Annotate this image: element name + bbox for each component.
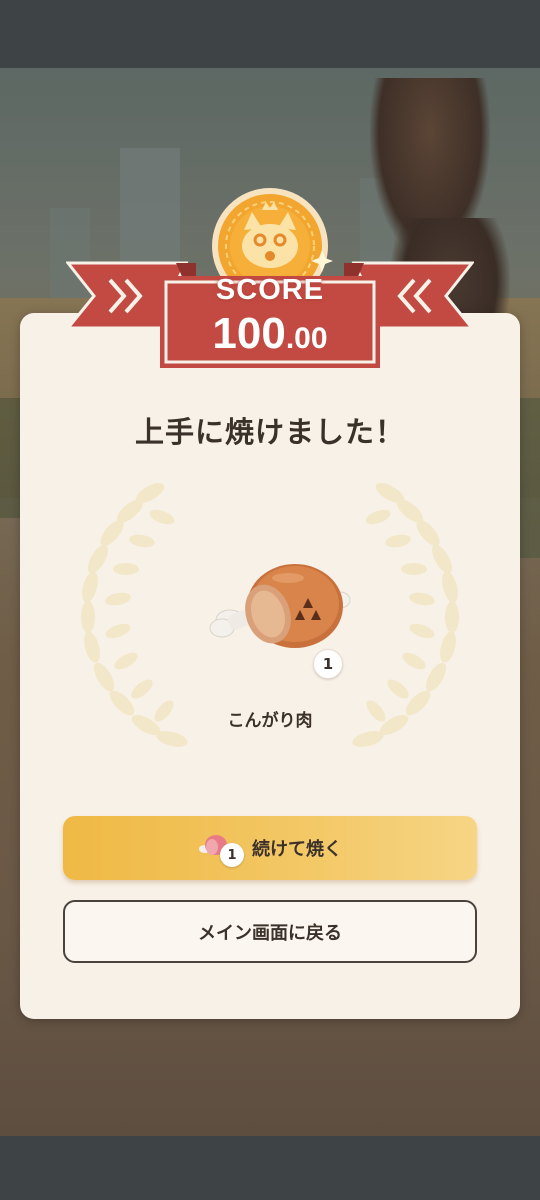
score-value: 100.00 — [66, 309, 474, 359]
continue-cooking-label: 続けて焼く — [252, 839, 342, 860]
status-bar — [0, 0, 540, 68]
score-value-integer: 100 — [212, 309, 286, 358]
cost-quantity-badge: 1 — [220, 843, 244, 867]
score-banner: SCORE 100.00 — [64, 188, 476, 374]
back-to-main-button[interactable]: メイン画面に戻る — [63, 900, 477, 963]
result-title: 上手に焼けました！ — [134, 415, 405, 449]
raw-meat-icon: 1 — [198, 833, 244, 867]
continue-cooking-button[interactable]: 1 続けて焼く — [63, 816, 477, 880]
score-label: SCORE — [215, 274, 325, 306]
result-dialog: 上手に焼けました！ 1 こんがり肉 1 続けて焼く メイン画面に戻る — [20, 313, 520, 1019]
well-done-steak-icon — [209, 564, 351, 648]
item-quantity-badge: 1 — [313, 649, 343, 679]
navigation-bar — [0, 1136, 540, 1200]
item-name: こんがり肉 — [227, 711, 313, 731]
score-value-decimal: .00 — [285, 322, 328, 355]
